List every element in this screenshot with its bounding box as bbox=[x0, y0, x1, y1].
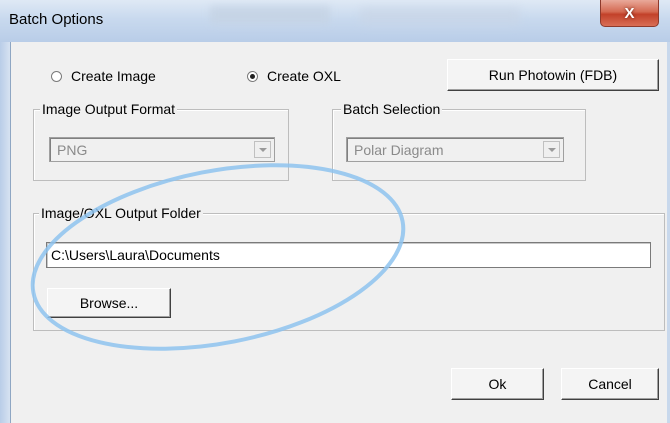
batch-selection-legend: Batch Selection bbox=[341, 101, 443, 117]
output-folder-group: Image/OXL Output Folder C:\Users\Laura\D… bbox=[33, 205, 665, 331]
batch-selection-group: Batch Selection Polar Diagram bbox=[332, 101, 586, 181]
output-folder-path-value: C:\Users\Laura\Documents bbox=[51, 247, 220, 263]
close-button[interactable]: X bbox=[600, 0, 659, 27]
radio-create-image[interactable]: Create Image bbox=[51, 68, 156, 84]
dialog-client-area: Create Image Create OXL Run Photowin (FD… bbox=[10, 42, 667, 423]
radio-checked-icon bbox=[247, 70, 258, 82]
output-folder-legend: Image/OXL Output Folder bbox=[39, 205, 203, 221]
run-photowin-button-label: Run Photowin (FDB) bbox=[488, 67, 618, 83]
cancel-button[interactable]: Cancel bbox=[561, 368, 659, 400]
chevron-down-icon[interactable] bbox=[543, 141, 560, 158]
window-title: Batch Options bbox=[9, 11, 104, 28]
window-frame-left bbox=[0, 42, 10, 423]
close-icon: X bbox=[624, 4, 635, 22]
radio-create-image-label: Create Image bbox=[71, 68, 156, 84]
ok-button[interactable]: Ok bbox=[451, 368, 544, 400]
image-output-format-legend: Image Output Format bbox=[40, 101, 178, 117]
radio-unchecked-icon bbox=[51, 70, 62, 82]
run-photowin-button[interactable]: Run Photowin (FDB) bbox=[447, 59, 659, 91]
browse-button-label: Browse... bbox=[79, 295, 139, 311]
image-format-value: PNG bbox=[57, 141, 88, 158]
batch-selection-value: Polar Diagram bbox=[354, 141, 444, 158]
radio-create-oxl-label: Create OXL bbox=[267, 68, 341, 84]
radio-create-oxl[interactable]: Create OXL bbox=[247, 68, 341, 84]
blurred-background-region bbox=[210, 6, 330, 24]
output-folder-path-input[interactable]: C:\Users\Laura\Documents bbox=[46, 242, 651, 268]
chevron-down-icon[interactable] bbox=[254, 141, 271, 158]
browse-button[interactable]: Browse... bbox=[47, 288, 171, 318]
image-format-select[interactable]: PNG bbox=[49, 137, 275, 162]
cancel-button-label: Cancel bbox=[588, 376, 632, 392]
title-bar[interactable]: Batch Options X bbox=[0, 0, 670, 43]
image-output-format-group: Image Output Format PNG bbox=[33, 101, 289, 181]
ok-button-label: Ok bbox=[488, 376, 507, 392]
blurred-background-region bbox=[360, 8, 520, 24]
batch-selection-select[interactable]: Polar Diagram bbox=[346, 137, 564, 162]
